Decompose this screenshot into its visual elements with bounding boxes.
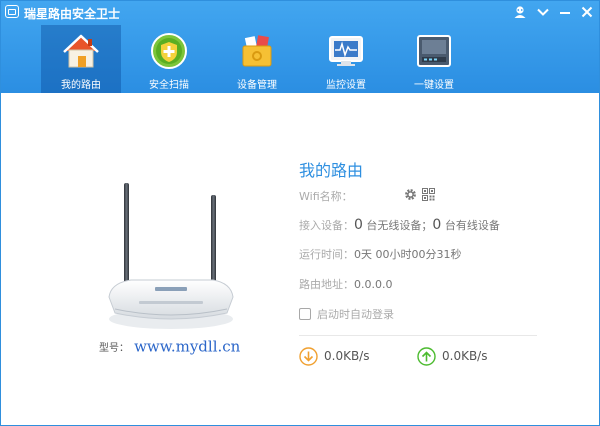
- router-address-label: 路由地址：: [299, 278, 354, 291]
- model-row: 型号： www.mydll.cn: [99, 336, 240, 356]
- model-label: 型号：: [99, 343, 129, 354]
- minimize-button[interactable]: [557, 4, 573, 20]
- model-value: www.mydll.cn: [134, 337, 241, 356]
- tab-one-click-settings[interactable]: 一键设置: [394, 25, 474, 93]
- house-icon: [63, 34, 99, 68]
- tab-security-scan[interactable]: 安全扫描: [129, 25, 209, 93]
- shield-plus-icon: [151, 33, 187, 69]
- router-address-value: 0.0.0.0: [354, 278, 393, 291]
- uptime-row: 运行时间：0天 00小时00分31秒: [299, 246, 462, 262]
- close-icon: [581, 6, 593, 18]
- router-title: 我的路由: [299, 161, 364, 180]
- download-speed: 0.0KB/s: [299, 345, 369, 367]
- wireless-device-text: 台无线设备；: [366, 219, 433, 232]
- gear-icon: [405, 189, 416, 200]
- connected-devices-row: 接入设备：0 台无线设备；0 台有线设备: [299, 217, 500, 233]
- divider: [299, 335, 537, 336]
- wifi-name-label: Wifi名称：: [299, 190, 353, 203]
- router-image: [108, 183, 234, 329]
- tab-security-scan-label: 安全扫描: [149, 80, 189, 91]
- wifi-settings-button[interactable]: [404, 186, 417, 205]
- wifi-qrcode-button[interactable]: [422, 186, 435, 205]
- tab-my-router[interactable]: 我的路由: [41, 25, 121, 93]
- title-bar[interactable]: 瑞星路由安全卫士: [1, 1, 599, 23]
- connected-devices-label: 接入设备：: [299, 219, 354, 232]
- autologin-option[interactable]: 启动时自动登录: [299, 306, 394, 322]
- upload-speed-value: 0.0KB/s: [442, 349, 488, 363]
- tab-one-click-settings-label: 一键设置: [414, 80, 454, 91]
- router-panel-icon: [417, 35, 451, 67]
- app-title: 瑞星路由安全卫士: [24, 7, 121, 21]
- user-account-button[interactable]: [512, 4, 528, 20]
- upload-arrow-icon: [417, 346, 436, 366]
- tab-monitor-settings[interactable]: 监控设置: [306, 25, 386, 93]
- uptime-value: 0天 00小时00分31秒: [354, 248, 462, 261]
- menu-dropdown-button[interactable]: [535, 4, 551, 20]
- minimize-icon: [560, 12, 570, 14]
- user-icon: [514, 6, 526, 18]
- tab-monitor-settings-label: 监控设置: [326, 80, 366, 91]
- wired-device-text: 台有线设备: [444, 219, 500, 232]
- uptime-label: 运行时间：: [299, 248, 354, 261]
- wireless-device-count: 0: [354, 217, 363, 233]
- close-button[interactable]: [579, 4, 595, 20]
- wired-device-count: 0: [432, 217, 442, 233]
- tab-device-management-label: 设备管理: [237, 80, 277, 91]
- wifi-name-row: Wifi名称：: [299, 188, 353, 204]
- upload-speed: 0.0KB/s: [417, 345, 487, 367]
- qrcode-icon: [422, 188, 435, 201]
- chevron-down-icon: [537, 8, 549, 16]
- download-arrow-icon: [299, 346, 318, 366]
- autologin-label: 启动时自动登录: [317, 308, 394, 321]
- download-speed-value: 0.0KB/s: [324, 349, 370, 363]
- header: 瑞星路由安全卫士 我的路由 安全扫描 设备管理 监控设置 一键设置: [1, 1, 599, 93]
- app-logo-icon: [5, 5, 19, 18]
- app-window: 瑞星路由安全卫士 我的路由 安全扫描 设备管理 监控设置 一键设置 型号： ww…: [0, 0, 600, 426]
- tab-device-management[interactable]: 设备管理: [217, 25, 297, 93]
- monitor-pulse-icon: [329, 36, 363, 66]
- autologin-checkbox[interactable]: [299, 308, 311, 320]
- tab-my-router-label: 我的路由: [61, 80, 101, 91]
- router-address-row: 路由地址：0.0.0.0: [299, 276, 392, 292]
- toolbox-icon: [242, 35, 272, 67]
